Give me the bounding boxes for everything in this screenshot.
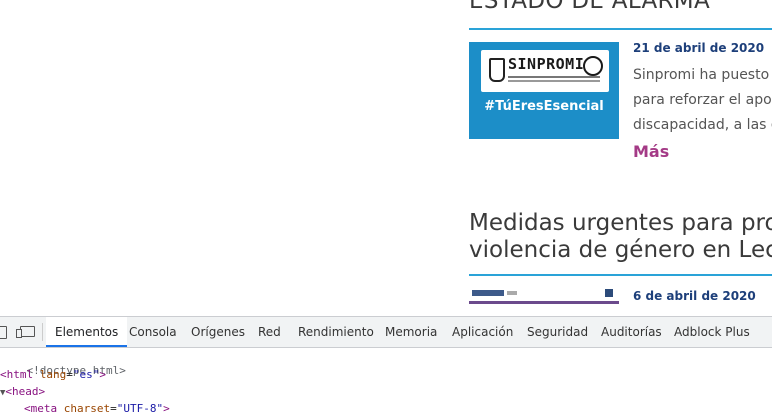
tab-aplicacion[interactable]: Aplicación [452, 317, 513, 347]
tab-elementos[interactable]: Elementos [46, 317, 128, 347]
tab-adblock-plus[interactable]: Adblock Plus [674, 317, 750, 347]
heading-line: violencia de género en Lectu [469, 237, 772, 263]
inspect-element-icon[interactable] [0, 326, 7, 339]
tag-name: <html [0, 368, 34, 381]
devtools-panel: Elementos Consola Orígenes Red Rendimien… [0, 316, 772, 417]
hashtag-text: #TúEresEsencial [484, 99, 604, 114]
more-link[interactable]: Más [633, 142, 669, 161]
article-date: 6 de abril de 2020 [633, 289, 756, 303]
section-divider [469, 28, 772, 30]
tab-consola[interactable]: Consola [129, 317, 177, 347]
mini-logo [472, 290, 504, 296]
article-excerpt-line: Sinpromi ha puesto e [633, 67, 772, 83]
device-toolbar-icon[interactable] [16, 326, 35, 338]
tag-name: <meta [24, 402, 58, 415]
thumbnail-bar [469, 301, 619, 304]
sinpromi-logo: SINPROMI [481, 50, 609, 92]
brand-name: SINPROMI [508, 55, 585, 73]
attr-name: lang [39, 368, 67, 381]
brand-circle-icon [583, 56, 603, 76]
dom-node-head[interactable]: ▼<head> [0, 385, 45, 398]
tab-auditorias[interactable]: Auditorías [601, 317, 662, 347]
article-thumbnail-sinpromi[interactable]: SINPROMI #TúEresEsencial [469, 42, 619, 139]
shield-icon [489, 58, 505, 82]
tab-origenes[interactable]: Orígenes [191, 317, 245, 347]
tag-name: <head> [5, 385, 46, 398]
mini-logo-text [507, 291, 517, 295]
attr-name: charset [63, 402, 111, 415]
heading-line: Medidas urgentes para prote [469, 210, 772, 236]
dom-node-meta[interactable]: <meta charset="UTF-8"> [24, 402, 170, 415]
section-divider [469, 274, 772, 276]
article-excerpt-line: discapacidad, a las qu [633, 117, 772, 133]
web-page: ESTADO DE ALARMA SINPROMI #TúEresEsencia… [0, 0, 772, 316]
article-excerpt-line: para reforzar el apoyo [633, 92, 772, 108]
article-date: 21 de abril de 2020 [633, 41, 765, 55]
tab-memoria[interactable]: Memoria [385, 317, 437, 347]
devtools-toolbar: Elementos Consola Orígenes Red Rendimien… [0, 317, 772, 348]
toolbar-separator [42, 323, 43, 341]
dom-node-html[interactable]: <html lang="es"> [0, 368, 106, 381]
mini-emblem-icon [605, 289, 613, 297]
brand-subtitle-lines [508, 76, 600, 78]
attr-value: "es" [72, 368, 100, 381]
tab-red[interactable]: Red [258, 317, 281, 347]
attr-value: "UTF-8" [116, 402, 164, 415]
tab-seguridad[interactable]: Seguridad [527, 317, 588, 347]
tab-rendimiento[interactable]: Rendimiento [298, 317, 374, 347]
section-heading-estado-alarma: ESTADO DE ALARMA [469, 0, 710, 14]
article-heading-medidas-urgentes[interactable]: Medidas urgentes para prote violencia de… [469, 210, 772, 264]
article-thumbnail-2[interactable] [469, 286, 619, 304]
